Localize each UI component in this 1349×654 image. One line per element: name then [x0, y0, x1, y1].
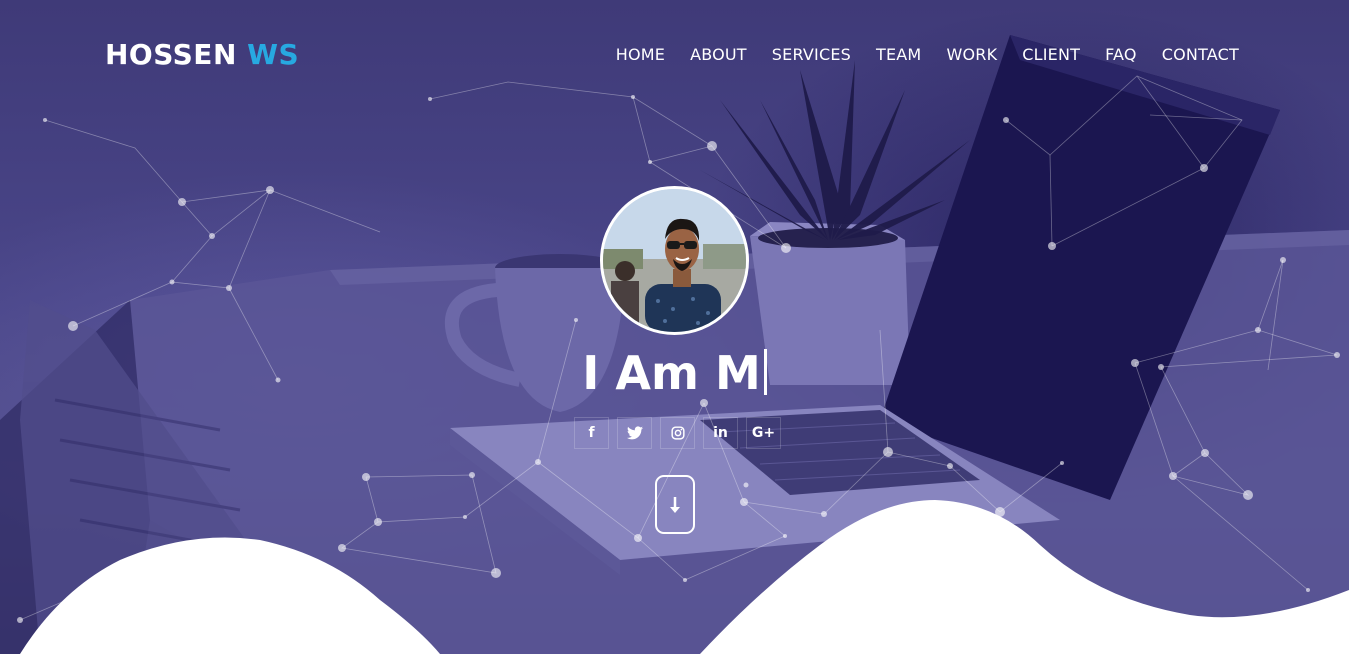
facebook-icon: f: [588, 425, 595, 441]
nav-client[interactable]: CLIENT: [1022, 44, 1080, 66]
instagram-icon: [670, 426, 685, 440]
facebook-link[interactable]: f: [574, 417, 609, 449]
nav-contact[interactable]: CONTACT: [1162, 44, 1239, 66]
logo-accent: WS: [247, 38, 300, 71]
twitter-icon: [626, 426, 643, 440]
nav-about[interactable]: ABOUT: [690, 44, 747, 66]
logo-text: HOSSEN: [105, 38, 237, 71]
profile-avatar: [600, 186, 749, 335]
arrow-down-icon: [670, 496, 680, 513]
scroll-down-button[interactable]: [655, 475, 695, 534]
linkedin-link[interactable]: in: [703, 417, 738, 449]
site-header: HOSSEN WS HOME ABOUT SERVICES TEAM WORK …: [0, 0, 1349, 110]
social-links: f in G+: [574, 417, 781, 449]
site-logo[interactable]: HOSSEN WS: [105, 38, 299, 71]
nav-faq[interactable]: FAQ: [1105, 44, 1137, 66]
hero-headline: I Am M: [0, 343, 1349, 403]
linkedin-icon: in: [713, 425, 728, 441]
nav-services[interactable]: SERVICES: [772, 44, 851, 66]
hero-section: HOSSEN WS HOME ABOUT SERVICES TEAM WORK …: [0, 0, 1349, 654]
instagram-link[interactable]: [660, 417, 695, 449]
nav-home[interactable]: HOME: [616, 44, 665, 66]
google-plus-icon: G+: [751, 425, 776, 441]
headline-text: I Am M: [582, 346, 761, 400]
nav-work[interactable]: WORK: [946, 44, 997, 66]
avatar-photo: [603, 189, 746, 332]
twitter-link[interactable]: [617, 417, 652, 449]
nav-team[interactable]: TEAM: [876, 44, 921, 66]
google-plus-link[interactable]: G+: [746, 417, 781, 449]
main-nav: HOME ABOUT SERVICES TEAM WORK CLIENT FAQ…: [616, 44, 1239, 66]
typing-cursor: [763, 349, 767, 395]
